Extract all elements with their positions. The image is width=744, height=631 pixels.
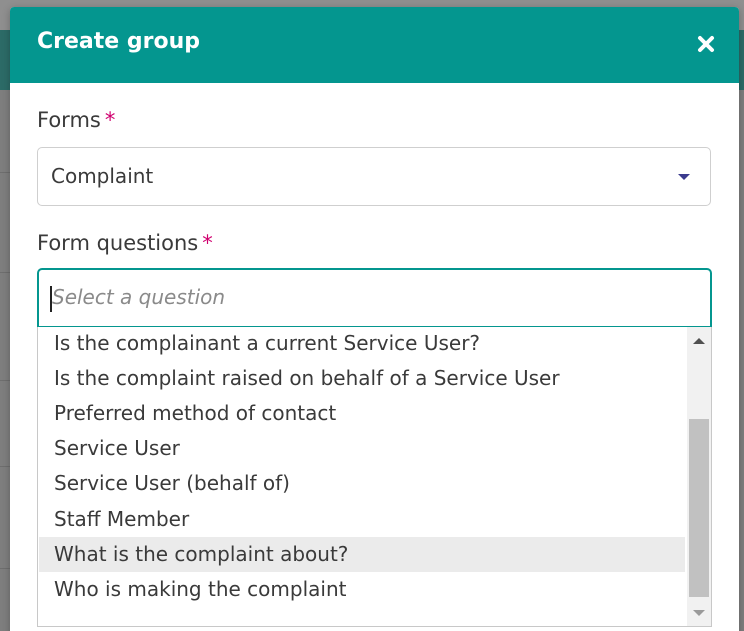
forms-label-text: Forms <box>37 108 101 132</box>
required-marker: * <box>104 108 116 132</box>
dropdown-scrollbar[interactable] <box>687 327 711 626</box>
chevron-down-icon <box>678 174 690 180</box>
scroll-down-arrow-icon[interactable] <box>693 610 705 616</box>
question-option[interactable]: Preferred method of contact <box>39 396 685 431</box>
required-marker: * <box>202 231 213 255</box>
close-icon <box>698 36 714 52</box>
question-dropdown-list: Is the complainant a current Service Use… <box>37 327 712 627</box>
question-option[interactable]: Is the complaint raised on behalf of a S… <box>39 361 685 396</box>
question-option[interactable]: Staff Member <box>39 502 685 537</box>
forms-select[interactable]: Complaint <box>37 147 711 206</box>
form-questions-label: Form questions * <box>37 231 213 255</box>
form-questions-label-text: Form questions <box>37 231 199 255</box>
question-option[interactable]: Is the complainant a current Service Use… <box>39 327 685 361</box>
question-option[interactable]: Service User <box>39 431 685 466</box>
modal-header: Create group <box>10 7 739 83</box>
question-search-input[interactable]: Select a question <box>37 268 712 328</box>
question-option-hovered[interactable]: What is the complaint about? <box>39 537 685 572</box>
forms-label: Forms * <box>37 108 115 132</box>
scrollbar-thumb[interactable] <box>689 419 709 597</box>
modal-title: Create group <box>37 29 200 54</box>
create-group-modal: Create group Forms * Complaint Form quest… <box>10 7 739 631</box>
question-option[interactable]: Who is making the complaint <box>39 572 685 607</box>
close-button[interactable] <box>693 31 719 57</box>
question-option[interactable]: Service User (behalf of) <box>39 466 685 501</box>
question-placeholder: Select a question <box>52 285 226 309</box>
forms-selected-value: Complaint <box>51 164 154 188</box>
scroll-up-arrow-icon[interactable] <box>693 338 705 344</box>
